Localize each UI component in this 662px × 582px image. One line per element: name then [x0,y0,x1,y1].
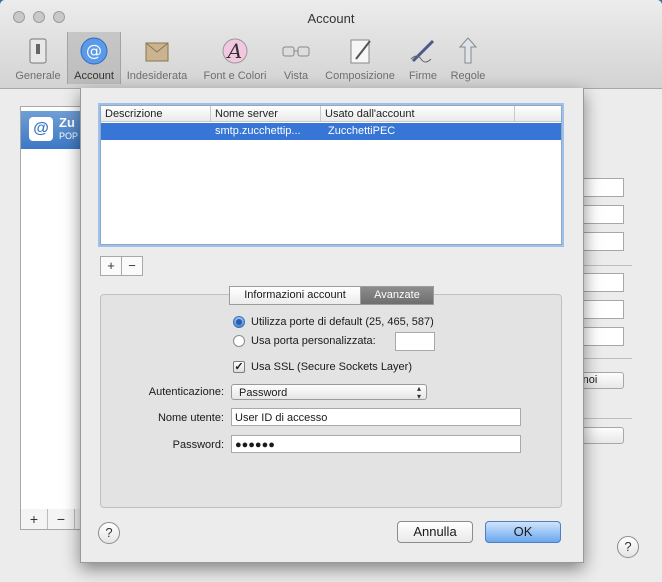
custom-port-field[interactable] [395,332,435,351]
cell-usato-account: ZucchettiPEC [328,125,396,137]
toolbar-firme[interactable]: Firme [404,32,442,84]
compose-pencil-icon [350,39,371,64]
toolbar-firme-label: Firme [408,70,438,82]
toolbar-generale[interactable]: Generale [10,32,66,84]
custom-port-radio[interactable] [233,335,245,347]
ssl-checkbox[interactable]: ✓ [233,361,245,373]
toolbar-regole[interactable]: Regole [447,32,489,84]
at-sign-icon: @ [80,37,108,65]
background-field[interactable] [578,232,624,251]
toolbar-account[interactable]: @ Account [67,32,121,84]
sheet-help-button[interactable]: ? [98,522,120,544]
accounts-list-buttons: + − [20,509,82,530]
remove-server-button[interactable]: − [121,256,143,276]
accounts-list[interactable]: @ Zu POP [20,106,82,510]
account-type: POP [59,131,79,141]
tab-informazioni-account[interactable]: Informazioni account [229,286,361,305]
background-field[interactable] [578,327,624,346]
window-title: Account [307,11,355,26]
authentication-popup[interactable]: Password ▴ ▾ [231,384,427,401]
titlebar: Account Generale @ Account Indesiderata [0,0,662,89]
username-field[interactable]: User ID di accesso [231,408,521,426]
toolbar-indesiderata-label: Indesiderata [126,70,188,82]
divider [578,358,632,359]
cancel-button[interactable]: Annulla [397,521,473,543]
ok-button[interactable]: OK [485,521,561,543]
rules-arrows-icon [458,37,478,64]
cell-descrizione [105,123,209,140]
column-header-descrizione[interactable]: Descrizione [101,106,211,122]
toolbar-composizione-label: Composizione [325,70,395,82]
column-header-empty [515,106,561,122]
preferences-window: Account Generale @ Account Indesiderata [0,0,662,582]
custom-port-label: Usa porta personalizzata: [251,335,376,347]
junk-mail-icon [145,42,169,62]
password-label: Password: [172,439,224,451]
server-list-buttons: + − [100,256,143,276]
account-row-selected[interactable]: @ Zu POP [21,111,81,149]
glasses-icon [282,46,310,57]
column-header-nome-server[interactable]: Nome server [211,106,321,122]
default-ports-label: Utilizza porte di default (25, 465, 587) [251,316,434,328]
svg-text:A: A [226,39,242,63]
background-field[interactable] [578,205,624,224]
background-field[interactable] [578,178,624,197]
toolbar-regole-label: Regole [450,70,486,82]
default-ports-radio[interactable] [233,316,245,328]
toolbar-vista-label: Vista [283,70,309,82]
background-field[interactable] [578,273,624,292]
table-row[interactable]: smtp.zucchettip... ZucchettiPEC [101,123,561,140]
toolbar-indesiderata[interactable]: Indesiderata [122,32,192,84]
popup-arrows-icon: ▴ ▾ [416,384,421,401]
toolbar-generale-label: Generale [15,70,61,82]
cell-nome-server: smtp.zucchettip... [215,125,301,137]
toolbar-vista[interactable]: Vista [278,32,314,84]
toolbar-font-colori-label: Font e Colori [203,70,267,82]
remove-account-button[interactable]: − [48,509,75,529]
username-label: Nome utente: [157,412,224,424]
toolbar-account-label: Account [74,70,114,82]
divider [578,265,632,266]
ssl-label: Usa SSL (Secure Sockets Layer) [251,361,412,373]
add-server-button[interactable]: + [100,256,122,276]
column-header-usato-account[interactable]: Usato dall'account [321,106,515,122]
smtp-server-table[interactable]: Descrizione Nome server Usato dall'accou… [100,105,562,245]
divider [578,418,632,419]
fonts-colors-icon: A [222,38,248,64]
toolbar-composizione[interactable]: Composizione [320,32,400,84]
at-sign-icon: @ [29,117,53,141]
password-field[interactable]: ●●●●●● [231,435,521,453]
authentication-value: Password [239,387,288,399]
background-help-button[interactable]: ? [617,536,639,558]
toolbar-font-colori[interactable]: A Font e Colori [196,32,274,84]
tab-avanzate[interactable]: Avanzate [360,286,434,305]
signature-pen-icon [410,39,435,63]
background-field[interactable] [578,300,624,319]
switch-icon [29,38,47,64]
smtp-server-sheet: Descrizione Nome server Usato dall'accou… [80,88,584,563]
account-name: Zu [59,115,75,130]
authentication-label: Autenticazione: [148,386,224,398]
background-popup[interactable] [578,427,624,444]
add-account-button[interactable]: + [21,509,48,529]
svg-text:@: @ [86,41,102,60]
background-popup[interactable]: (noi [578,372,624,389]
